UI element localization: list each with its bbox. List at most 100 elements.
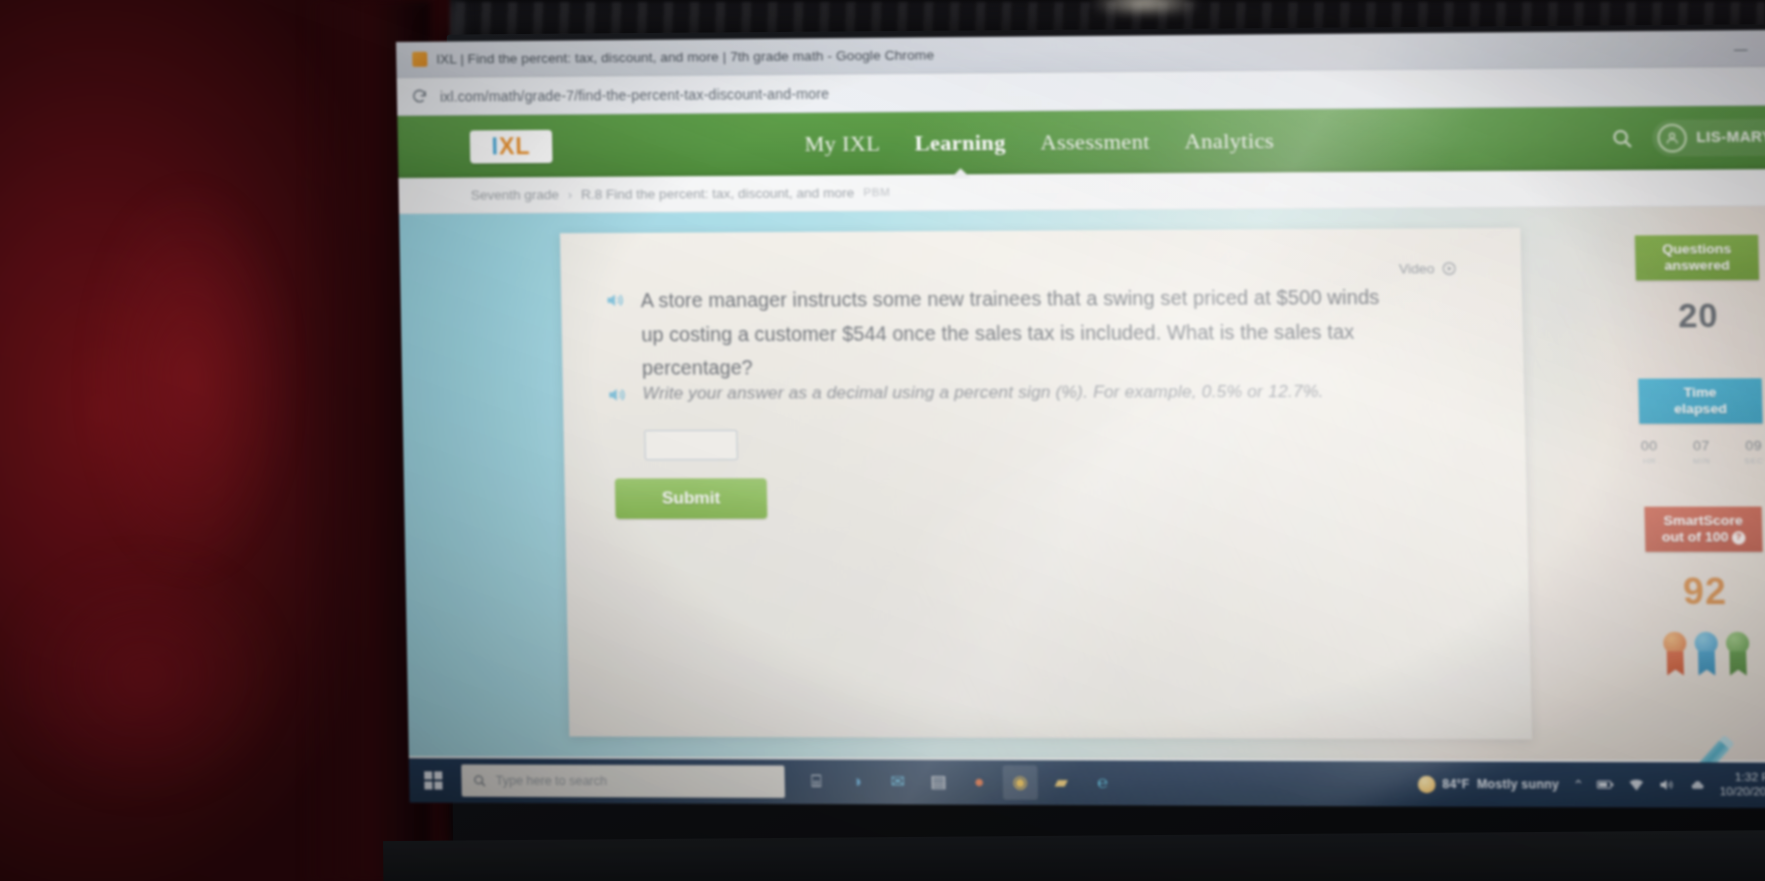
edge-icon[interactable]: ℮ [1084,765,1120,800]
nav-tab-my-ixl[interactable]: My IXL [802,126,882,161]
nav-label: My IXL [804,131,880,157]
time-elapsed-badge: Time elapsed [1638,378,1762,423]
smartscore-badge: SmartScore out of 100? [1644,506,1762,551]
timer-hours: 00 HR [1633,438,1665,466]
speaker-icon[interactable] [603,290,627,310]
windows-taskbar: Type here to search ⌸ ◑ ✉ ▤ ● ◉ ▰ ℮ 84°F… [409,758,1765,808]
logo-letter-l: L [515,133,531,160]
ribbon-head [1694,631,1718,654]
clock-date: 10/20/2024 [1719,785,1765,800]
timer-minutes-unit: MIN [1686,456,1718,465]
questions-answered-value: 20 [1678,296,1719,335]
taskbar-apps: ⌸ ◑ ✉ ▤ ● ◉ ▰ ℮ [799,765,1120,801]
page-body: A store manager instructs some new train… [399,206,1765,761]
time-elapsed-value: 00 HR 07 MIN 09 SEC [1633,437,1765,465]
volume-icon[interactable] [1659,778,1676,792]
windows-logo-icon [424,771,442,789]
store-glyph: ▤ [930,772,947,792]
answer-input[interactable] [644,430,738,460]
play-circle-icon[interactable] [1442,261,1458,276]
ribbon-head [1663,631,1687,654]
questions-answered-badge: Questions answered [1635,235,1759,280]
search-icon[interactable] [1611,127,1634,150]
reload-icon[interactable] [411,88,428,105]
weather-temperature: 84°F [1442,777,1470,791]
submit-button[interactable]: Submit [615,478,767,519]
user-menu-button[interactable]: LIS-MARY [1652,119,1765,157]
award-ribbon-green[interactable] [1726,631,1750,675]
ixl-favicon [412,52,427,67]
mail-glyph: ✉ [890,772,905,792]
laptop-screen: IXL | Find the percent: tax, discount, a… [396,30,1765,808]
speaker-icon[interactable] [605,385,629,405]
file-explorer-glyph: ▰ [1054,772,1068,792]
cortana-icon[interactable]: ◑ [839,765,874,800]
timer-seconds: 09 SEC [1738,437,1765,465]
weather-description: Mostly sunny [1477,777,1560,792]
wifi-icon[interactable] [1628,778,1645,791]
nav-tab-learning[interactable]: Learning [912,126,1008,161]
edge-glyph: ℮ [1097,773,1108,793]
question-card: A store manager instructs some new train… [560,228,1532,739]
instruction-text: Write your answer as a decimal using a p… [642,378,1324,407]
task-view-glyph: ⌸ [811,772,822,792]
taskbar-search-box[interactable]: Type here to search [461,764,785,797]
nav-tab-analytics[interactable]: Analytics [1182,124,1276,159]
battery-icon[interactable] [1597,778,1615,790]
user-avatar-icon [1657,124,1687,153]
photo-of-laptop-screen: IXL | Find the percent: tax, discount, a… [0,0,1765,881]
breadcrumb-skill[interactable]: R.8 Find the percent: tax, discount, and… [581,185,854,202]
progress-rail: Video Questions answered 20 Time elapsed [1597,218,1765,791]
ixl-header: IXL My IXL Learning Assessment Analytics [397,105,1765,178]
file-explorer-icon[interactable]: ▰ [1043,765,1079,800]
logo-letter-x: X [499,133,516,160]
chrome-glyph: ◉ [1012,772,1028,792]
chrome-icon[interactable]: ◉ [1002,765,1038,800]
tray-expand-chevron-icon[interactable]: ⌃ [1573,777,1584,792]
task-view-icon[interactable]: ⌸ [799,765,834,800]
user-name-label: LIS-MARY [1696,129,1765,146]
breadcrumb-grade[interactable]: Seventh grade [471,187,559,203]
smartscore-label-line2: out of 100 [1662,529,1729,544]
firefox-icon[interactable]: ● [962,765,997,800]
questions-answered-label-line2: answered [1640,257,1755,274]
video-label: Video [1399,261,1435,276]
timer-seconds-unit: SEC [1738,456,1765,465]
ribbon-tail [1698,651,1715,676]
award-ribbon-orange[interactable] [1663,631,1687,675]
ribbon-tail [1667,651,1684,676]
timer-hours-value: 00 [1633,438,1665,453]
weather-widget[interactable]: 84°F Mostly sunny [1417,775,1559,793]
breadcrumb-separator-icon: › [568,187,572,201]
nav-label: Analytics [1184,128,1274,154]
smartscore-label-line1: SmartScore [1649,512,1758,528]
breadcrumb-skill-code: PBM [863,186,890,198]
timer-seconds-value: 09 [1738,437,1765,452]
active-tab-arrow-icon [950,168,971,178]
timer-minutes: 07 MIN [1686,438,1718,466]
start-button[interactable] [409,758,458,802]
nav-tab-assessment[interactable]: Assessment [1038,125,1152,160]
award-ribbon-blue[interactable] [1694,631,1718,675]
timer-hours-unit: HR [1634,456,1666,465]
minimize-button[interactable]: — [1734,42,1748,55]
ribbon-head [1726,631,1750,654]
mail-icon[interactable]: ✉ [880,765,915,800]
help-icon[interactable]: ? [1732,531,1746,544]
video-link[interactable]: Video [1399,261,1458,277]
store-icon[interactable]: ▤ [921,765,956,800]
url-text[interactable]: ixl.com/math/grade-7/find-the-percent-ta… [440,85,829,104]
question-block: A store manager instructs some new train… [603,281,1422,386]
taskbar-clock[interactable]: 1:32 PM 10/20/2024 [1719,770,1765,800]
cortana-glyph: ◑ [851,772,862,792]
main-navigation: My IXL Learning Assessment Analytics [802,124,1276,162]
taskbar-search-placeholder: Type here to search [496,774,608,789]
window-controls: — ❐ [1734,30,1765,67]
nav-label: Assessment [1040,129,1150,155]
onedrive-icon[interactable] [1689,778,1706,791]
search-icon [472,774,486,788]
nav-label: Learning [914,130,1005,156]
browser-tab-title[interactable]: IXL | Find the percent: tax, discount, a… [436,47,934,66]
timer-minutes-value: 07 [1686,438,1718,453]
ixl-logo[interactable]: IXL [470,129,553,163]
